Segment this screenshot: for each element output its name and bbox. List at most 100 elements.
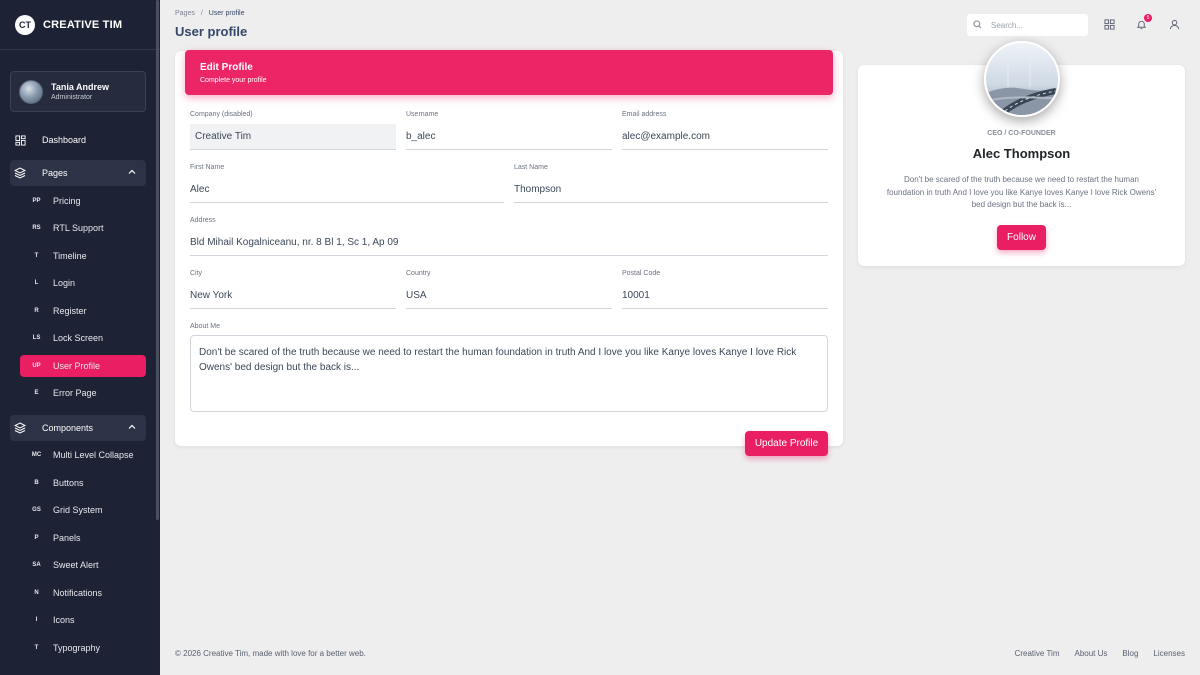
sidebar-item-abbr: I — [35, 617, 38, 623]
edit-profile-subtitle: Complete your profile — [200, 77, 267, 84]
search-box[interactable] — [967, 14, 1088, 36]
last-name-label: Last Name — [514, 164, 548, 171]
sidebar-item-abbr: L — [34, 280, 39, 286]
sidebar-item-abbr: E — [34, 390, 39, 396]
sidebar-item-label: Dashboard — [42, 135, 87, 145]
footer-link-blog[interactable]: Blog — [1122, 649, 1138, 658]
sidebar-item-label: Panels — [53, 533, 81, 543]
sidebar-item-buttons[interactable]: B Buttons — [20, 472, 146, 494]
breadcrumb-root[interactable]: Pages — [175, 10, 195, 17]
footer-link-licenses[interactable]: Licenses — [1153, 649, 1185, 658]
postal-code-label: Postal Code — [622, 270, 661, 277]
sidebar-item-abbr: LS — [32, 335, 41, 341]
first-name-field[interactable]: First Name Alec — [190, 164, 504, 203]
sidebar-item-pricing[interactable]: PP Pricing — [20, 190, 146, 212]
avatar — [19, 79, 43, 104]
country-field[interactable]: Country USA — [406, 270, 612, 309]
sidebar-item-label: Grid System — [53, 505, 103, 515]
sidebar-item-label: Pricing — [53, 196, 81, 206]
sidebar-item-timeline[interactable]: T Timeline — [20, 245, 146, 267]
sidebar-item-error-page[interactable]: E Error Page — [20, 382, 146, 404]
footer-link-about-us[interactable]: About Us — [1075, 649, 1108, 658]
chevron-up-icon — [128, 423, 136, 433]
sidebar-item-abbr: PP — [32, 198, 41, 204]
update-profile-button[interactable]: Update Profile — [745, 431, 828, 456]
sidebar-item-label: Error Page — [53, 388, 97, 398]
sidebar-item-dashboard[interactable]: Dashboard — [10, 127, 146, 153]
sidebar-item-login[interactable]: L Login — [20, 272, 146, 294]
dashboard-icon — [10, 134, 30, 146]
last-name-field[interactable]: Last Name Thompson — [514, 164, 828, 203]
sidebar-item-panels[interactable]: P Panels — [20, 527, 146, 549]
sidebar-item-multi-level-collapse[interactable]: MC Multi Level Collapse — [20, 444, 146, 466]
sidebar-item-sweet-alert[interactable]: SA Sweet Alert — [20, 554, 146, 576]
sidebar-scrollbar[interactable] — [156, 0, 159, 520]
sidebar-item-label: Multi Level Collapse — [53, 450, 134, 460]
sidebar-item-abbr: T — [34, 645, 39, 651]
sidebar: CT CREATIVE TIM Tania Andrew Administrat… — [0, 0, 160, 675]
about-me-textarea[interactable]: Don't be scared of the truth because we … — [190, 335, 828, 412]
city-input[interactable]: New York — [190, 283, 396, 309]
page-title: User profile — [175, 24, 248, 39]
footer-copyright: © 2026 Creative Tim, made with love for … — [175, 649, 366, 658]
email-input[interactable]: alec@example.com — [622, 124, 828, 150]
about-me-label: About Me — [190, 323, 220, 330]
city-field[interactable]: City New York — [190, 270, 396, 309]
brand[interactable]: CT CREATIVE TIM — [0, 0, 160, 50]
edit-profile-header: Edit Profile Complete your profile — [185, 50, 833, 95]
sidebar-item-typography[interactable]: T Typography — [20, 637, 146, 659]
user-name: Tania Andrew — [51, 81, 110, 92]
breadcrumb-separator: / — [200, 10, 203, 17]
profile-avatar — [984, 41, 1060, 117]
sidebar-item-notifications[interactable]: N Notifications — [20, 582, 146, 604]
company-input: Creative Tim — [190, 124, 396, 150]
sidebar-item-rtl-support[interactable]: RS RTL Support — [20, 217, 146, 239]
sidebar-item-user-profile[interactable]: UP User Profile — [20, 355, 146, 377]
sidebar-item-label: Notifications — [53, 588, 103, 598]
sidebar-item-components[interactable]: Components — [10, 415, 146, 441]
follow-button[interactable]: Follow — [997, 225, 1046, 250]
postal-code-field[interactable]: Postal Code 10001 — [622, 270, 828, 309]
sidebar-item-register[interactable]: R Register — [20, 300, 146, 322]
layers-icon — [10, 167, 30, 179]
sidebar-item-pages[interactable]: Pages — [10, 160, 146, 186]
sidebar-item-grid-system[interactable]: GS Grid System — [20, 499, 146, 521]
address-field[interactable]: Address Bld Mihail Kogalniceanu, nr. 8 B… — [190, 217, 828, 256]
username-field[interactable]: Username b_alec — [406, 111, 612, 150]
edit-profile-title: Edit Profile — [200, 62, 253, 73]
sidebar-item-abbr: SA — [32, 562, 41, 568]
chevron-up-icon — [128, 168, 136, 178]
footer-link-creative-tim[interactable]: Creative Tim — [1015, 649, 1060, 658]
postal-code-input[interactable]: 10001 — [622, 283, 828, 309]
breadcrumb: Pages / User profile — [175, 10, 245, 17]
sidebar-item-label: Pages — [42, 168, 68, 178]
apps-icon[interactable] — [1102, 17, 1116, 31]
sidebar-item-label: Buttons — [53, 478, 84, 488]
notification-bell-icon[interactable]: 5 — [1134, 14, 1152, 31]
first-name-input[interactable]: Alec — [190, 177, 504, 203]
sidebar-item-label: Login — [53, 278, 76, 288]
sidebar-item-label: Icons — [53, 615, 75, 625]
sidebar-item-abbr: B — [34, 480, 39, 486]
search-input[interactable] — [991, 20, 1076, 30]
sidebar-item-abbr: R — [34, 308, 39, 314]
company-field: Company (disabled) Creative Tim — [190, 111, 396, 150]
country-input[interactable]: USA — [406, 283, 612, 309]
sidebar-item-label: Sweet Alert — [53, 560, 99, 570]
username-label: Username — [406, 111, 439, 118]
country-label: Country — [406, 270, 431, 277]
username-input[interactable]: b_alec — [406, 124, 612, 150]
address-label: Address — [190, 217, 216, 224]
profile-role: CEO / CO-FOUNDER — [987, 130, 1056, 137]
email-field[interactable]: Email address alec@example.com — [622, 111, 828, 150]
user-icon[interactable] — [1167, 17, 1181, 31]
sidebar-item-abbr: P — [34, 535, 39, 541]
address-input[interactable]: Bld Mihail Kogalniceanu, nr. 8 Bl 1, Sc … — [190, 230, 828, 256]
sidebar-user[interactable]: Tania Andrew Administrator — [10, 71, 146, 112]
first-name-label: First Name — [190, 164, 225, 171]
email-label: Email address — [622, 111, 667, 118]
sidebar-item-lock-screen[interactable]: LS Lock Screen — [20, 327, 146, 349]
last-name-input[interactable]: Thompson — [514, 177, 828, 203]
sidebar-item-icons[interactable]: I Icons — [20, 609, 146, 631]
sidebar-item-abbr: T — [34, 253, 39, 259]
